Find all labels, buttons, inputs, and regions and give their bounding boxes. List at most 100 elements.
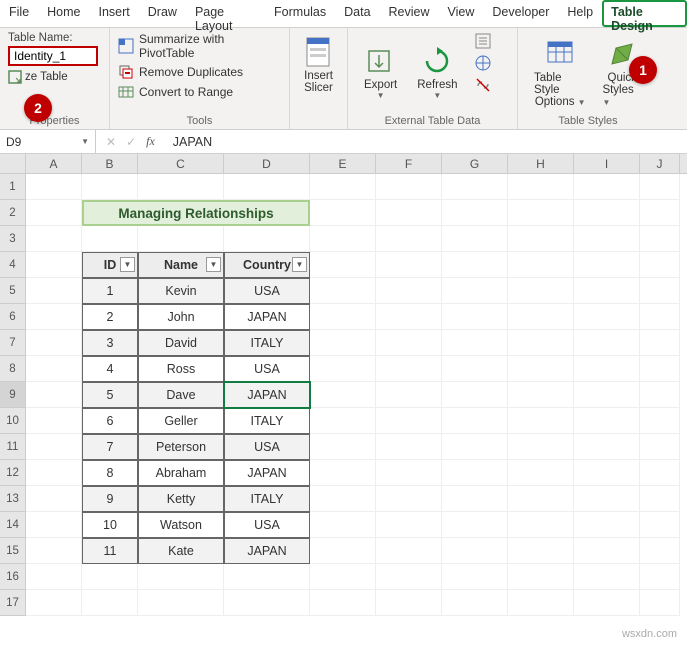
cell-H12[interactable]: [508, 460, 574, 486]
cell-A1[interactable]: [26, 174, 82, 200]
table-row[interactable]: 4: [82, 356, 138, 382]
filter-icon[interactable]: ▼: [206, 257, 221, 272]
cell-I2[interactable]: [574, 200, 640, 226]
cell-E1[interactable]: [310, 174, 376, 200]
cell-G11[interactable]: [442, 434, 508, 460]
table-row[interactable]: 5: [82, 382, 138, 408]
row-header-11[interactable]: 11: [0, 434, 26, 460]
cell-D9[interactable]: JAPAN: [224, 382, 310, 408]
cell-I5[interactable]: [574, 278, 640, 304]
summarize-pivot-button[interactable]: Summarize with PivotTable: [118, 32, 281, 60]
cell-E7[interactable]: [310, 330, 376, 356]
cell-G8[interactable]: [442, 356, 508, 382]
cell-F4[interactable]: [376, 252, 442, 278]
cell-D17[interactable]: [224, 590, 310, 616]
col-header-B[interactable]: B: [82, 154, 138, 173]
filter-icon[interactable]: ▼: [120, 257, 135, 272]
row-header-7[interactable]: 7: [0, 330, 26, 356]
cell-D3[interactable]: [224, 226, 310, 252]
cell-E3[interactable]: [310, 226, 376, 252]
cell-H13[interactable]: [508, 486, 574, 512]
cell-I7[interactable]: [574, 330, 640, 356]
cell-C9[interactable]: Dave: [138, 382, 224, 408]
cell-F7[interactable]: [376, 330, 442, 356]
cell-I13[interactable]: [574, 486, 640, 512]
cell-J12[interactable]: [640, 460, 680, 486]
col-header-J[interactable]: J: [640, 154, 680, 173]
table-header-id[interactable]: ID▼: [82, 252, 138, 278]
row-header-3[interactable]: 3: [0, 226, 26, 252]
cell-I10[interactable]: [574, 408, 640, 434]
select-all-corner[interactable]: [0, 154, 26, 173]
cell-D11[interactable]: USA: [224, 434, 310, 460]
cell-I16[interactable]: [574, 564, 640, 590]
cell-D8[interactable]: USA: [224, 356, 310, 382]
cancel-icon[interactable]: ✕: [106, 135, 116, 149]
cell-A6[interactable]: [26, 304, 82, 330]
cell-D16[interactable]: [224, 564, 310, 590]
cell-G2[interactable]: [442, 200, 508, 226]
cell-F2[interactable]: [376, 200, 442, 226]
table-header-country[interactable]: Country▼: [224, 252, 310, 278]
cell-G1[interactable]: [442, 174, 508, 200]
row-header-10[interactable]: 10: [0, 408, 26, 434]
cell-G3[interactable]: [442, 226, 508, 252]
cell-E8[interactable]: [310, 356, 376, 382]
cell-G12[interactable]: [442, 460, 508, 486]
cell-C1[interactable]: [138, 174, 224, 200]
cell-E11[interactable]: [310, 434, 376, 460]
cell-H1[interactable]: [508, 174, 574, 200]
row-header-8[interactable]: 8: [0, 356, 26, 382]
refresh-button[interactable]: Refresh ▼: [409, 32, 465, 113]
tab-formulas[interactable]: Formulas: [265, 0, 335, 27]
cell-E6[interactable]: [310, 304, 376, 330]
cell-J14[interactable]: [640, 512, 680, 538]
resize-table-button[interactable]: ze Table: [8, 70, 101, 84]
cell-D10[interactable]: ITALY: [224, 408, 310, 434]
cell-J16[interactable]: [640, 564, 680, 590]
cell-I14[interactable]: [574, 512, 640, 538]
row-header-4[interactable]: 4: [0, 252, 26, 278]
cell-C15[interactable]: Kate: [138, 538, 224, 564]
cell-J15[interactable]: [640, 538, 680, 564]
cell-H5[interactable]: [508, 278, 574, 304]
table-row[interactable]: 11: [82, 538, 138, 564]
cell-A2[interactable]: [26, 200, 82, 226]
table-row[interactable]: 8: [82, 460, 138, 486]
properties-icon[interactable]: [474, 32, 492, 50]
cell-J5[interactable]: [640, 278, 680, 304]
cell-J13[interactable]: [640, 486, 680, 512]
cell-C7[interactable]: David: [138, 330, 224, 356]
unlink-icon[interactable]: [474, 76, 492, 94]
cell-H11[interactable]: [508, 434, 574, 460]
row-header-14[interactable]: 14: [0, 512, 26, 538]
cell-H15[interactable]: [508, 538, 574, 564]
cell-G13[interactable]: [442, 486, 508, 512]
cell-E10[interactable]: [310, 408, 376, 434]
row-header-9[interactable]: 9: [0, 382, 26, 408]
table-row[interactable]: 1: [82, 278, 138, 304]
cell-J11[interactable]: [640, 434, 680, 460]
row-header-13[interactable]: 13: [0, 486, 26, 512]
cell-D15[interactable]: JAPAN: [224, 538, 310, 564]
cell-C11[interactable]: Peterson: [138, 434, 224, 460]
table-row[interactable]: 6: [82, 408, 138, 434]
name-box[interactable]: D9 ▼: [0, 130, 96, 153]
row-header-12[interactable]: 12: [0, 460, 26, 486]
cell-C12[interactable]: Abraham: [138, 460, 224, 486]
cell-J10[interactable]: [640, 408, 680, 434]
cell-A8[interactable]: [26, 356, 82, 382]
cell-D13[interactable]: ITALY: [224, 486, 310, 512]
cell-I3[interactable]: [574, 226, 640, 252]
table-row[interactable]: 2: [82, 304, 138, 330]
enter-icon[interactable]: ✓: [126, 135, 136, 149]
row-header-16[interactable]: 16: [0, 564, 26, 590]
row-header-1[interactable]: 1: [0, 174, 26, 200]
cell-C5[interactable]: Kevin: [138, 278, 224, 304]
convert-range-button[interactable]: Convert to Range: [118, 84, 281, 100]
row-header-15[interactable]: 15: [0, 538, 26, 564]
insert-slicer-button[interactable]: Insert Slicer: [298, 32, 339, 98]
cell-A17[interactable]: [26, 590, 82, 616]
cell-J3[interactable]: [640, 226, 680, 252]
cell-E16[interactable]: [310, 564, 376, 590]
